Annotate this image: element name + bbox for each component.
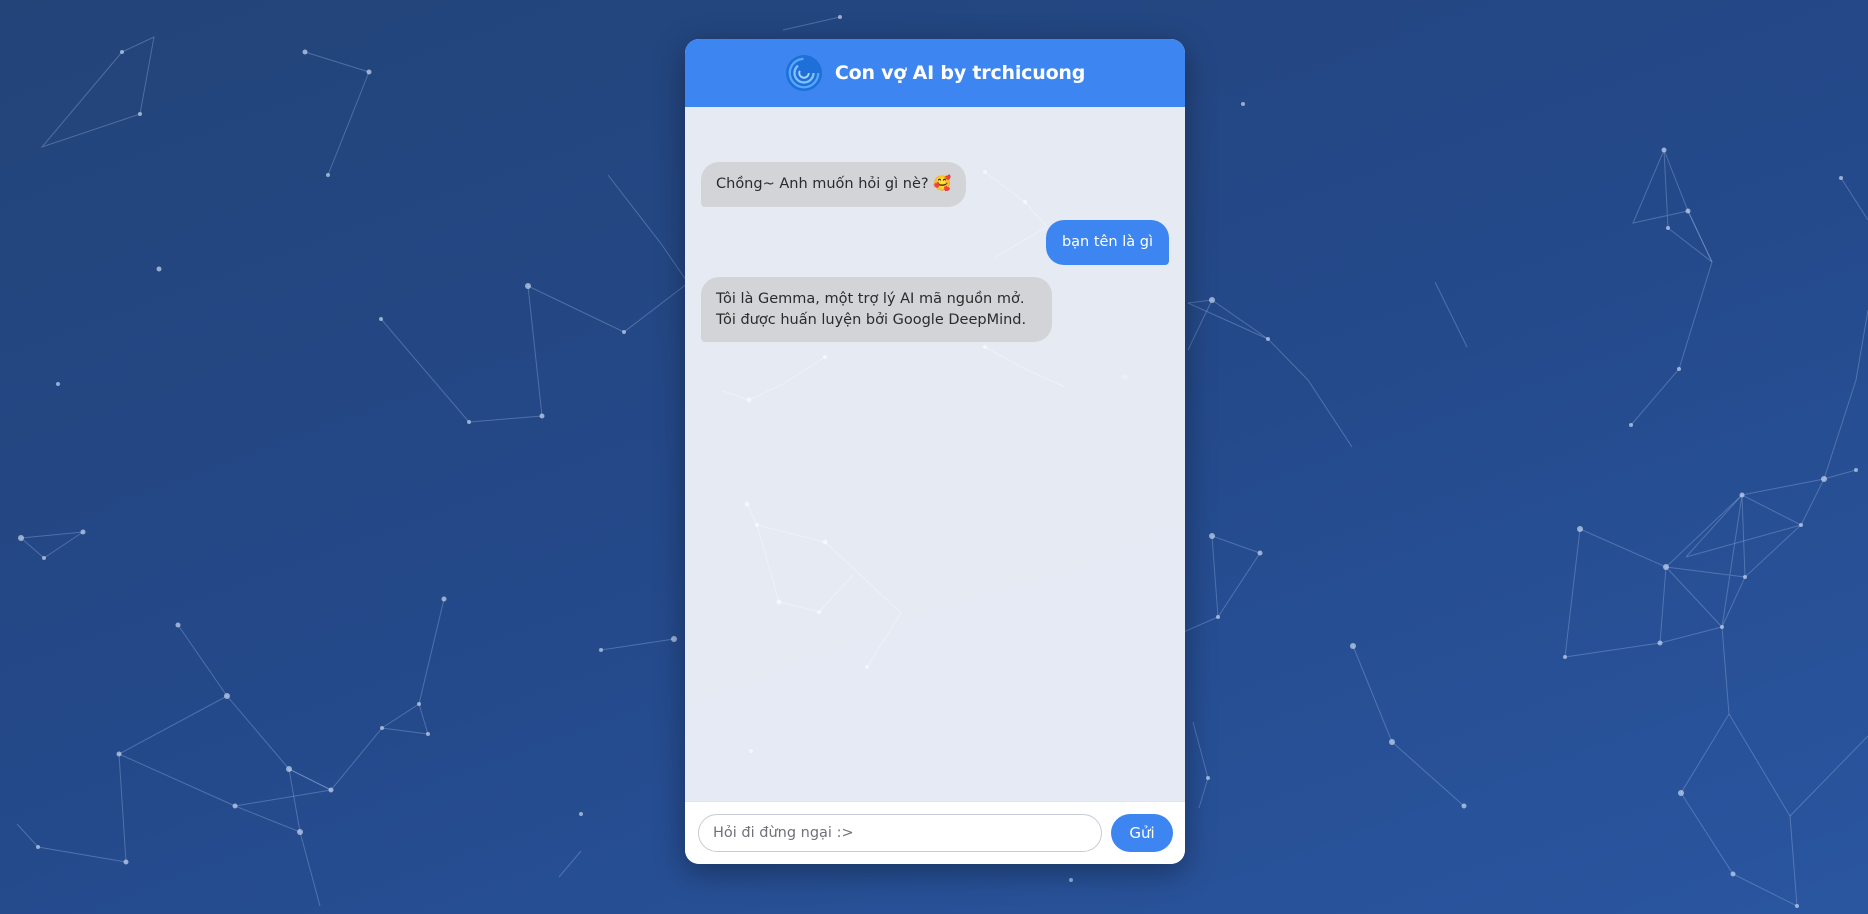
faint-network-overlay bbox=[722, 170, 1066, 753]
user-message: bạn tên là gì bbox=[1045, 220, 1169, 265]
bot-message: Chồng~ Anh muốn hỏi gì nè? 🥰 bbox=[701, 162, 967, 207]
chat-header: Con vợ AI by trchicuong bbox=[685, 39, 1185, 107]
message-input[interactable] bbox=[698, 814, 1102, 852]
bot-message: Tôi là Gemma, một trợ lý AI mã nguồn mở.… bbox=[701, 277, 1052, 342]
send-button[interactable]: Gửi bbox=[1111, 814, 1173, 852]
chat-window: Con vợ AI by trchicuong Chồng~ Anh muốn … bbox=[685, 39, 1185, 864]
app-title: Con vợ AI by trchicuong bbox=[834, 62, 1086, 84]
blue-swirl-logo-icon bbox=[785, 54, 822, 92]
input-bar: Gửi bbox=[685, 801, 1185, 864]
message-list[interactable]: Chồng~ Anh muốn hỏi gì nè? 🥰 bạn tên là … bbox=[685, 107, 1185, 839]
